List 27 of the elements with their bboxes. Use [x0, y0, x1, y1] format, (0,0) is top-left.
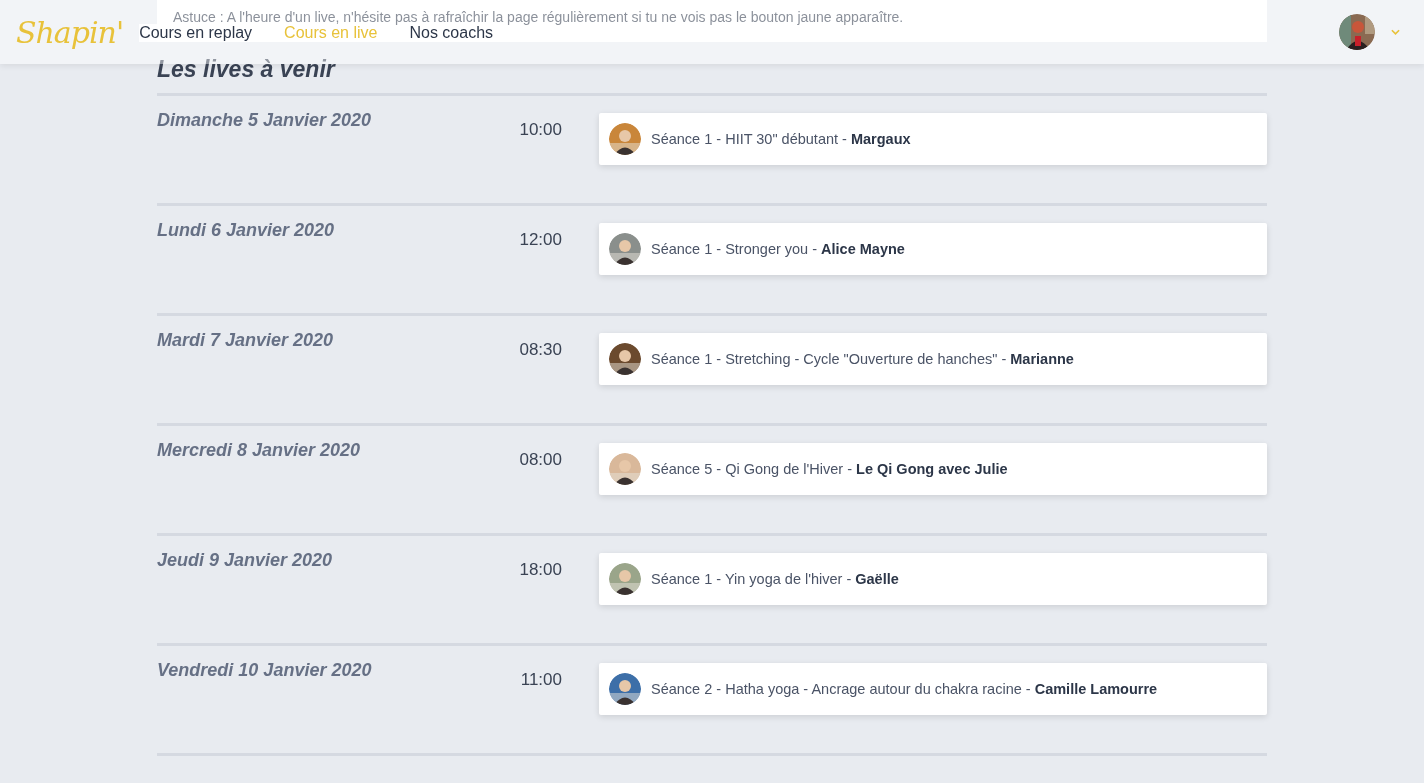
nav-link[interactable]: Cours en replay: [139, 24, 253, 42]
session-time: 10:00: [518, 120, 562, 140]
session-title: Séance 1 - Stronger you - Alice Mayne: [651, 241, 905, 257]
session-card[interactable]: Séance 1 - Yin yoga de l'hiver - Gaëlle: [599, 553, 1267, 605]
session-time: 18:00: [518, 560, 562, 580]
session-title: Séance 2 - Hatha yoga - Ancrage autour du chakra racine - Camille Lamourre: [651, 681, 1158, 697]
day-date: Jeudi 9 Janvier 2020: [157, 550, 334, 571]
day-date: Dimanche 5 Janvier 2020: [157, 110, 373, 131]
session-title: Séance 5 - Qi Gong de l'Hiver - Le Qi Gong avec Julie: [651, 461, 1008, 477]
session-time: 11:00: [519, 670, 562, 690]
session-card[interactable]: Séance 5 - Qi Gong de l'Hiver - Le Qi Gong avec Julie: [599, 443, 1267, 495]
session-title: Séance 1 - Stretching - Cycle "Ouverture de hanches" - Marianne: [651, 351, 1074, 367]
day-date: Mardi 7 Janvier 2020: [157, 330, 335, 351]
session-time: 08:00: [518, 450, 562, 470]
session-time: 12:00: [518, 230, 562, 250]
session-title: Séance 1 - Yin yoga de l'hiver - Gaëlle: [651, 571, 899, 587]
session-time: 08:30: [518, 340, 562, 360]
section-title: Les lives à venir: [157, 56, 337, 83]
day-date: Mercredi 8 Janvier 2020: [157, 440, 362, 461]
session-title: Séance 1 - HIIT 30" débutant - Margaux: [651, 131, 911, 147]
day-date: Vendredi 10 Janvier 2020: [157, 660, 373, 681]
session-card[interactable]: Séance 2 - Hatha yoga - Ancrage autour du chakra racine - Camille Lamourre: [599, 663, 1267, 715]
session-card[interactable]: Séance 1 - HIIT 30" débutant - Margaux: [599, 113, 1267, 165]
session-card[interactable]: Séance 1 - Stretching - Cycle "Ouverture de hanches" - Marianne: [599, 333, 1267, 385]
day-date: Lundi 6 Janvier 2020: [157, 220, 336, 241]
session-card[interactable]: Séance 1 - Stronger you - Alice Mayne: [599, 223, 1267, 275]
tip-text: Astuce : A l'heure d'un live, n'hésite pas à rafraîchir la page régulièrement si tu ne vois pas le bouton jaune apparaître.: [173, 10, 905, 24]
